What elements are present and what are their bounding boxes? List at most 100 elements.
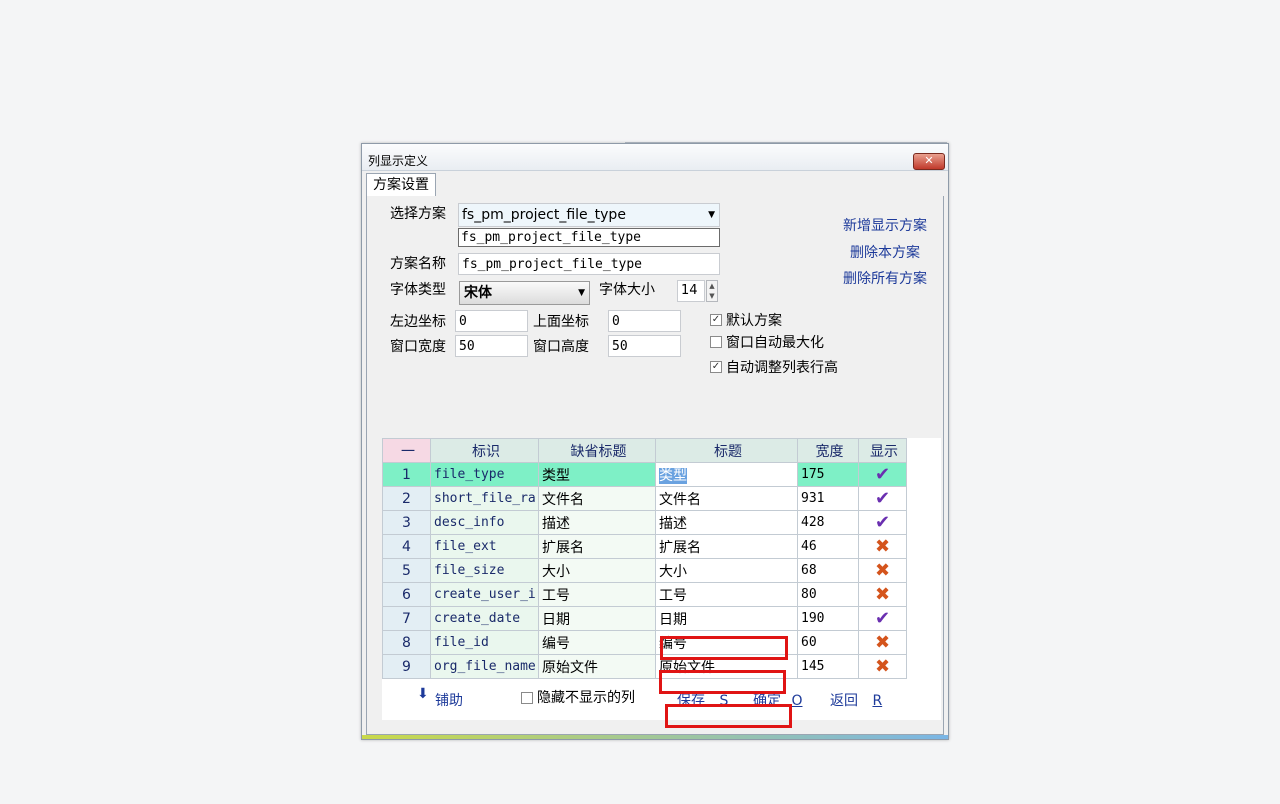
default-title-cell[interactable]: 文件名 — [538, 486, 656, 511]
id-cell[interactable]: short_file_ra — [430, 486, 539, 511]
row-number-cell[interactable]: 2 — [382, 486, 431, 511]
delete-scheme-link[interactable]: 删除本方案 — [850, 242, 920, 262]
font-size-stepper[interactable]: ▲ ▼ — [706, 280, 718, 302]
back-button[interactable]: 返回 R — [830, 690, 882, 710]
cross-icon[interactable]: ✖ — [875, 584, 890, 605]
id-header[interactable]: 标识 — [430, 438, 539, 463]
default-title-header[interactable]: 缺省标题 — [538, 438, 656, 463]
table-row[interactable]: 2 short_file_ra 文件名 文件名 931 ✔ — [382, 486, 907, 511]
close-button[interactable]: ✕ — [913, 153, 945, 170]
width-cell[interactable]: 145 — [797, 654, 859, 679]
check-icon[interactable]: ✔ — [875, 464, 890, 485]
title-cell[interactable]: 类型 — [655, 462, 798, 487]
show-cell[interactable]: ✖ — [858, 534, 907, 559]
cross-icon[interactable]: ✖ — [875, 656, 890, 677]
arrow-down-icon[interactable]: ⬇ — [417, 686, 429, 702]
delete-all-schemes-link[interactable]: 删除所有方案 — [843, 268, 927, 288]
assist-button[interactable]: 铺助 — [435, 690, 463, 710]
row-number-cell[interactable]: 7 — [382, 606, 431, 631]
width-cell[interactable]: 428 — [797, 510, 859, 535]
table-row[interactable]: 8 file_id 编号 编号 60 ✖ — [382, 630, 907, 655]
width-cell[interactable]: 68 — [797, 558, 859, 583]
show-cell[interactable]: ✖ — [858, 582, 907, 607]
default-title-cell[interactable]: 描述 — [538, 510, 656, 535]
row-number-cell[interactable]: 6 — [382, 582, 431, 607]
width-cell[interactable]: 46 — [797, 534, 859, 559]
font-size-field[interactable]: 14 — [677, 280, 705, 302]
show-cell[interactable]: ✔ — [858, 486, 907, 511]
cross-icon[interactable]: ✖ — [875, 632, 890, 653]
tab-scheme-settings[interactable]: 方案设置 — [366, 173, 436, 196]
table-row[interactable]: 6 create_user_i 工号 工号 80 ✖ — [382, 582, 907, 607]
default-title-cell[interactable]: 日期 — [538, 606, 656, 631]
show-cell[interactable]: ✖ — [858, 654, 907, 679]
id-cell[interactable]: create_date — [430, 606, 539, 631]
row-number-cell[interactable]: 9 — [382, 654, 431, 679]
default-title-cell[interactable]: 工号 — [538, 582, 656, 607]
show-cell[interactable]: ✔ — [858, 606, 907, 631]
window-width-field[interactable]: 50 — [455, 335, 528, 357]
width-header[interactable]: 宽度 — [797, 438, 859, 463]
id-cell[interactable]: desc_info — [430, 510, 539, 535]
show-header[interactable]: 显示 — [858, 438, 907, 463]
table-row[interactable]: 7 create_date 日期 日期 190 ✔ — [382, 606, 907, 631]
show-cell[interactable]: ✔ — [858, 462, 907, 487]
id-cell[interactable]: org_file_name — [430, 654, 539, 679]
row-number-cell[interactable]: 3 — [382, 510, 431, 535]
title-cell[interactable]: 日期 — [655, 606, 798, 631]
top-coord-field[interactable]: 0 — [608, 310, 681, 332]
table-row[interactable]: 9 org_file_name 原始文件 原始文件 145 ✖ — [382, 654, 907, 679]
scheme-dropdown-option[interactable]: fs_pm_project_file_type — [458, 228, 720, 247]
auto-row-height-checkbox[interactable]: ✓ — [710, 361, 722, 373]
id-cell[interactable]: file_ext — [430, 534, 539, 559]
table-row[interactable]: 4 file_ext 扩展名 扩展名 46 ✖ — [382, 534, 907, 559]
row-number-header[interactable]: 一 — [382, 438, 431, 463]
default-title-cell[interactable]: 类型 — [538, 462, 656, 487]
row-number-cell[interactable]: 4 — [382, 534, 431, 559]
default-scheme-checkbox[interactable]: ✓ — [710, 314, 722, 326]
id-cell[interactable]: file_size — [430, 558, 539, 583]
font-type-select[interactable]: 宋体 ▼ — [459, 281, 590, 305]
check-icon[interactable]: ✔ — [875, 608, 890, 629]
hide-unshown-checkbox[interactable] — [521, 692, 533, 704]
table-row[interactable]: 1 file_type 类型 类型 175 ✔ — [382, 462, 907, 487]
show-cell[interactable]: ✔ — [858, 510, 907, 535]
left-coord-field[interactable]: 0 — [455, 310, 528, 332]
default-title-cell[interactable]: 原始文件 — [538, 654, 656, 679]
table-row[interactable]: 5 file_size 大小 大小 68 ✖ — [382, 558, 907, 583]
width-cell[interactable]: 80 — [797, 582, 859, 607]
row-number-cell[interactable]: 1 — [382, 462, 431, 487]
default-title-cell[interactable]: 大小 — [538, 558, 656, 583]
cross-icon[interactable]: ✖ — [875, 536, 890, 557]
title-header[interactable]: 标题 — [655, 438, 798, 463]
title-cell[interactable]: 扩展名 — [655, 534, 798, 559]
id-cell[interactable]: file_id — [430, 630, 539, 655]
width-cell[interactable]: 60 — [797, 630, 859, 655]
width-cell[interactable]: 190 — [797, 606, 859, 631]
table-row[interactable]: 3 desc_info 描述 描述 428 ✔ — [382, 510, 907, 535]
title-cell[interactable]: 大小 — [655, 558, 798, 583]
show-cell[interactable]: ✖ — [858, 558, 907, 583]
chevron-down-icon[interactable]: ▼ — [578, 282, 585, 304]
cross-icon[interactable]: ✖ — [875, 560, 890, 581]
scheme-name-field[interactable]: fs_pm_project_file_type — [458, 253, 720, 275]
title-cell[interactable]: 工号 — [655, 582, 798, 607]
window-height-field[interactable]: 50 — [608, 335, 681, 357]
show-cell[interactable]: ✖ — [858, 630, 907, 655]
chevron-down-icon[interactable]: ▼ — [708, 204, 715, 226]
check-icon[interactable]: ✔ — [875, 488, 890, 509]
title-cell[interactable]: 描述 — [655, 510, 798, 535]
default-title-cell[interactable]: 扩展名 — [538, 534, 656, 559]
row-number-cell[interactable]: 8 — [382, 630, 431, 655]
check-icon[interactable]: ✔ — [875, 512, 890, 533]
title-cell[interactable]: 文件名 — [655, 486, 798, 511]
scheme-combo[interactable]: fs_pm_project_file_type ▼ — [458, 203, 720, 227]
default-title-cell[interactable]: 编号 — [538, 630, 656, 655]
width-cell[interactable]: 175 — [797, 462, 859, 487]
add-scheme-link[interactable]: 新增显示方案 — [843, 215, 927, 235]
id-cell[interactable]: file_type — [430, 462, 539, 487]
auto-maximize-checkbox[interactable] — [710, 336, 722, 348]
row-number-cell[interactable]: 5 — [382, 558, 431, 583]
id-cell[interactable]: create_user_i — [430, 582, 539, 607]
width-cell[interactable]: 931 — [797, 486, 859, 511]
